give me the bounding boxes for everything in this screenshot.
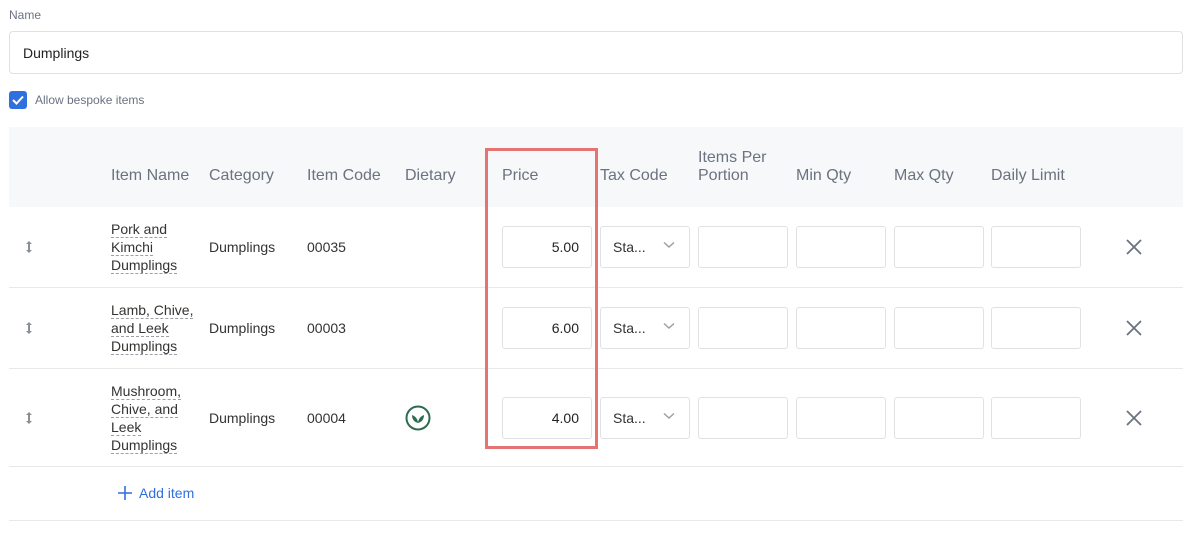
name-input[interactable] <box>9 31 1183 74</box>
header-category: Category <box>209 167 274 184</box>
header-item-code: Item Code <box>307 167 381 184</box>
table-row: Lamb, Chive, and Leek Dumplings Dumpling… <box>9 288 1183 369</box>
header-price: Price <box>502 167 539 184</box>
min-qty-input[interactable] <box>796 396 886 439</box>
header-item-name: Item Name <box>111 167 190 184</box>
item-name-line: Dumplings <box>111 338 178 355</box>
item-name-link[interactable]: Pork and Kimchi Dumplings <box>111 220 178 274</box>
header-items-per-portion-line1: Items Per <box>698 149 767 166</box>
item-code: 00003 <box>307 320 346 336</box>
drag-handle-icon[interactable] <box>23 321 35 335</box>
header-items-per-portion: Items Per Portion <box>698 149 766 185</box>
table-row: Pork and Kimchi Dumplings Dumplings 0003… <box>9 207 1183 288</box>
tax-code-value: Sta... <box>613 409 646 426</box>
plus-icon <box>118 486 132 500</box>
price-input[interactable]: 4.00 <box>502 396 592 439</box>
drag-handle-icon[interactable] <box>23 411 35 425</box>
table-row: Mushroom, Chive, and Leek Dumplings Dump… <box>9 369 1183 467</box>
close-icon[interactable] <box>1125 319 1143 337</box>
close-icon[interactable] <box>1125 409 1143 427</box>
allow-bespoke-checkbox[interactable] <box>9 91 27 109</box>
daily-limit-input[interactable] <box>991 307 1081 349</box>
items-table: Item Name Category Item Code Dietary Pri… <box>9 127 1183 521</box>
item-code: 00035 <box>307 239 346 255</box>
item-category: Dumplings <box>209 239 276 255</box>
add-item-button[interactable]: Add item <box>117 485 194 501</box>
max-qty-input[interactable] <box>894 226 984 268</box>
item-category: Dumplings <box>209 409 276 426</box>
drag-handle-icon[interactable] <box>23 240 35 254</box>
price-input[interactable]: 6.00 <box>502 307 592 349</box>
items-per-portion-input[interactable] <box>698 307 788 349</box>
item-name-line: Kimchi <box>111 239 154 256</box>
item-name-line: and Leek <box>111 320 169 337</box>
min-qty-input[interactable] <box>796 307 886 349</box>
chevron-down-icon <box>663 412 675 419</box>
max-qty-input[interactable] <box>894 396 984 439</box>
item-name-line: Chive, and <box>111 400 178 418</box>
table-header: Item Name Category Item Code Dietary Pri… <box>9 127 1183 207</box>
item-name-link[interactable]: Mushroom, Chive, and Leek Dumplings <box>111 382 182 454</box>
items-per-portion-input[interactable] <box>698 396 788 439</box>
min-qty-input[interactable] <box>796 226 886 268</box>
add-item-row: Add item <box>9 467 1183 521</box>
item-name-link[interactable]: Lamb, Chive, and Leek Dumplings <box>111 301 194 355</box>
item-name-line: Pork and <box>111 221 168 238</box>
header-daily-limit: Daily Limit <box>991 167 1065 184</box>
header-min-qty: Min Qty <box>796 167 852 184</box>
header-tax-code: Tax Code <box>600 167 668 184</box>
item-name-line: Lamb, Chive, <box>111 302 194 319</box>
tax-code-select[interactable]: Sta... <box>600 226 690 268</box>
items-per-portion-input[interactable] <box>698 226 788 268</box>
daily-limit-input[interactable] <box>991 396 1081 439</box>
chevron-down-icon <box>663 241 675 249</box>
allow-bespoke-label: Allow bespoke items <box>35 93 145 107</box>
daily-limit-input[interactable] <box>991 226 1081 268</box>
check-icon <box>12 95 24 105</box>
max-qty-input[interactable] <box>894 307 984 349</box>
header-max-qty: Max Qty <box>894 167 954 184</box>
leaf-icon <box>405 405 431 431</box>
tax-code-value: Sta... <box>613 239 646 255</box>
header-dietary: Dietary <box>405 167 456 184</box>
item-name-line: Dumplings <box>111 257 178 274</box>
header-items-per-portion-line2: Portion <box>698 167 749 184</box>
name-label: Name <box>9 8 42 22</box>
chevron-down-icon <box>663 322 675 330</box>
item-category: Dumplings <box>209 320 276 336</box>
tax-code-select[interactable]: Sta... <box>600 396 690 439</box>
item-name-line: Leek <box>111 418 142 436</box>
price-input[interactable]: 5.00 <box>502 226 592 268</box>
item-name-line: Dumplings <box>111 436 178 454</box>
close-icon[interactable] <box>1125 238 1143 256</box>
item-name-line: Mushroom, <box>111 382 182 400</box>
allow-bespoke-toggle[interactable]: Allow bespoke items <box>9 91 144 109</box>
add-item-label: Add item <box>139 485 195 501</box>
tax-code-select[interactable]: Sta... <box>600 307 690 349</box>
tax-code-value: Sta... <box>613 320 646 336</box>
item-code: 00004 <box>307 409 346 426</box>
